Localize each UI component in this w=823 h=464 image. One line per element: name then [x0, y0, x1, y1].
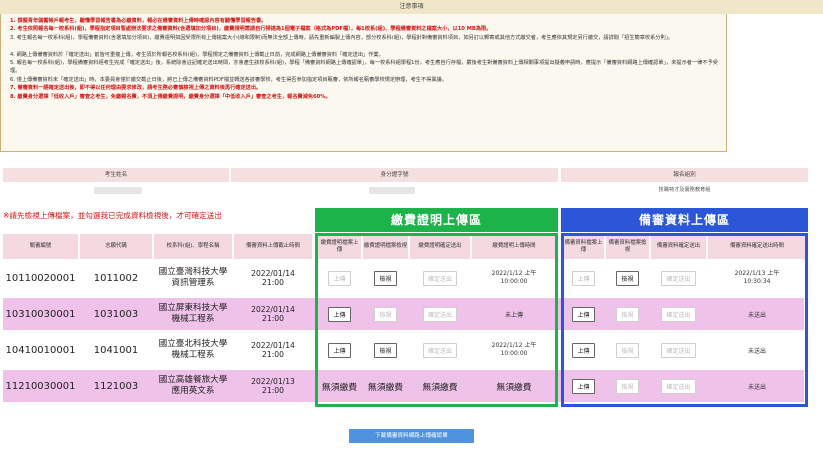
group-header: 報名組別: [561, 168, 808, 182]
audit-number: 10410010001: [5, 344, 76, 356]
audit-number: 10310030001: [5, 308, 76, 320]
notice-item: 7. 備審資料一經確定送出後，即不得以任何理由要求修改，請考生務必審慎檢視上傳之…: [10, 85, 262, 92]
fee-section-frame: [315, 233, 558, 407]
fee-upload-section-header: 繳費證明上傳區: [315, 208, 558, 232]
notice-item: 2. 考生依照報名每一校系科(組)，學程指定項目暫處辦法要求之備審資料(含選填加…: [10, 26, 492, 33]
review-upload-section-header: 備審資料上傳區: [561, 208, 808, 232]
review-deadline: 2022/01/13 21:00: [234, 370, 312, 402]
choice-code: 1011002: [93, 272, 139, 284]
notice-title: 注意事項: [0, 0, 823, 14]
review-deadline-text: 2022/01/14 21:00: [251, 340, 295, 359]
notice-item: 3. 考生報名每一校系科(組)，學程備審資料(含選填加分項目)，繳費證明如因受限…: [10, 34, 674, 41]
school-dept-name-text: 國立臺北科技大學 機械工程系: [158, 339, 228, 360]
col-header-deadline: 備審資料上傳截止時間: [234, 234, 312, 259]
review-section-frame: [561, 233, 808, 407]
student-id-value: [369, 187, 415, 194]
review-deadline: 2022/01/14 21:00: [234, 262, 312, 294]
notice-item: 8. 繳費身分選擇「低收入戶」審查之考生，免繳報名費，不須上傳繳費證明，繳費身分…: [10, 93, 331, 100]
school-dept-name: 國立臺灣科技大學 資訊管理系: [154, 262, 232, 294]
col-header-code: 志願代碼: [80, 234, 152, 259]
review-deadline-text: 2022/01/14 21:00: [251, 268, 295, 287]
notice-item: 1. 撰擬青年儲蓄帳戶報考生，聽懂學習報告書為必繳資料，報必在備審資料上傳時確認…: [10, 18, 267, 24]
audit-number: 10110020001: [5, 272, 76, 284]
school-dept-name-text: 國立屏東科技大學 機械工程系: [158, 303, 228, 324]
download-confirmation-button[interactable]: 下載備審資料網路上傳確認單: [349, 429, 474, 443]
notice-box: 注意事項 1. 撰擬青年儲蓄帳戶報考生，聽懂學習報告書為必繳資料，報必在備審資料…: [0, 0, 823, 152]
review-deadline: 2022/01/14 21:00: [234, 334, 312, 366]
group-value: 技職特才及實務教育組: [658, 187, 711, 193]
col-header-school: 校系科(組)、學程名稱: [154, 234, 232, 259]
review-deadline: 2022/01/14 21:00: [234, 298, 312, 330]
choice-code: 1121003: [93, 380, 139, 392]
school-dept-name: 國立高雄餐旅大學 應用英文系: [154, 370, 232, 402]
student-id-header: 身分證字號: [231, 168, 558, 182]
col-header-id: 甄審編號: [3, 234, 78, 259]
notice-item: 6. 僅上傳備審資料未「確定送出」時，本委員會僅於繳交截止日後，將已上傳之備審資…: [10, 76, 447, 83]
warning-text: ※請先檢視上傳檔案，並勾選我已完成資料檢視後，才可確定送出: [3, 211, 222, 220]
student-name-value: [94, 187, 142, 194]
school-dept-name: 國立屏東科技大學 機械工程系: [154, 298, 232, 330]
choice-code: 1031003: [93, 308, 139, 320]
notice-list: 1. 撰擬青年儲蓄帳戶報考生，聽懂學習報告書為必繳資料，報必在備審資料上傳時確認…: [10, 17, 720, 101]
school-dept-name-text: 國立臺灣科技大學 資訊管理系: [158, 267, 228, 288]
school-dept-name-text: 國立高雄餐旅大學 應用英文系: [158, 375, 228, 396]
school-dept-name: 國立臺北科技大學 機械工程系: [154, 334, 232, 366]
notice-item: 4. 網路上傳備審資料於「確定送出」前皆可重複上傳，考生須於所報名校系科(組)，…: [10, 51, 384, 58]
review-deadline-text: 2022/01/14 21:00: [251, 304, 295, 323]
review-deadline-text: 2022/01/13 21:00: [251, 376, 295, 395]
notice-item: 5. 報名每一校系科(組)，學程備審資料經考生完成「確定送出」後，系統除會註記確…: [10, 59, 718, 75]
student-name-header: 考生姓名: [3, 168, 229, 182]
audit-number: 11210030001: [5, 380, 76, 392]
choice-code: 1041001: [93, 344, 139, 356]
